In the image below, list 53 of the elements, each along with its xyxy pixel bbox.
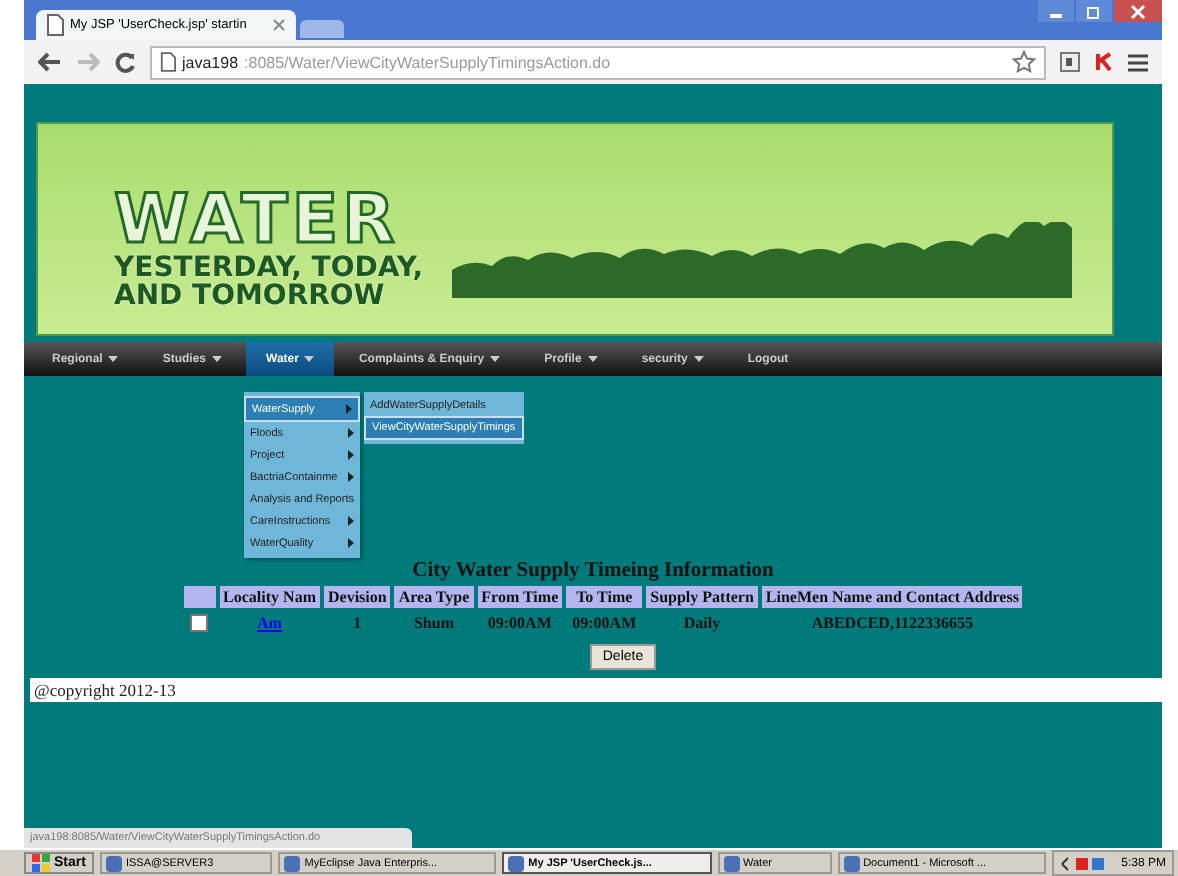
column-header: Supply Pattern (646, 586, 758, 608)
submenu-arrow-icon (347, 450, 354, 460)
caret-icon (693, 356, 704, 362)
minimize-button[interactable] (1038, 0, 1074, 22)
page-heading: City Water Supply Timeing Information (412, 560, 774, 582)
reload-icon[interactable] (114, 51, 136, 73)
submenu-arrow-icon (347, 472, 354, 482)
star-icon[interactable] (1012, 50, 1036, 74)
caret-icon (108, 356, 119, 362)
copyright-bar: @copyright 2012-13 (30, 678, 1162, 702)
banner-title: WATER (114, 186, 399, 254)
app-icon (284, 855, 301, 871)
restore-button[interactable] (1076, 0, 1112, 22)
submenu-arrow-icon (347, 516, 354, 526)
banner-tagline: YESTERDAY, TODAY, (114, 254, 424, 282)
table-cell: 1 (353, 614, 362, 632)
column-header: Area Type (394, 586, 474, 608)
table-cell: Daily (683, 614, 721, 632)
page-icon (160, 52, 176, 72)
address-field[interactable]: java198 :8085/Water/ViewCityWaterSupplyTimingsAction.do (150, 45, 1046, 79)
caret-icon (304, 356, 315, 362)
table-cell: 09:00AM (487, 614, 552, 632)
caret-icon (587, 356, 598, 362)
menu-icon[interactable] (1128, 53, 1148, 71)
restore-icon (1086, 3, 1102, 19)
row-checkbox[interactable] (190, 614, 209, 633)
caret-icon (490, 356, 501, 362)
page-icon (46, 14, 64, 36)
extension-icon[interactable] (1060, 52, 1080, 72)
column-header: Devision (323, 586, 391, 608)
column-header: Locality Nam (219, 586, 320, 608)
close-icon (1130, 3, 1146, 19)
submenu-arrow-icon (347, 538, 354, 548)
close-button[interactable] (1114, 0, 1162, 22)
caret-icon (212, 356, 223, 362)
banner-tagline: AND TOMORROW (114, 282, 387, 310)
windows-logo-icon (32, 854, 50, 872)
table-cell: Shum (413, 614, 454, 632)
table-cell: ABEDCED,1122336655 (811, 614, 974, 632)
app-icon (508, 855, 525, 871)
app-icon (105, 855, 122, 871)
table-cell: 09:00AM (572, 614, 637, 632)
close-icon[interactable] (272, 18, 286, 32)
column-header: To Time (566, 586, 643, 608)
column-header: LineMen Name and Contact Address (761, 586, 1023, 608)
submenu-arrow-icon (345, 404, 352, 414)
k-icon[interactable] (1094, 52, 1114, 72)
table-header-cell (183, 586, 216, 608)
submenu-arrow-icon (347, 428, 354, 438)
app-icon (843, 855, 860, 871)
column-header: From Time (477, 586, 563, 608)
app-icon (723, 855, 740, 871)
back-icon[interactable] (38, 52, 62, 72)
